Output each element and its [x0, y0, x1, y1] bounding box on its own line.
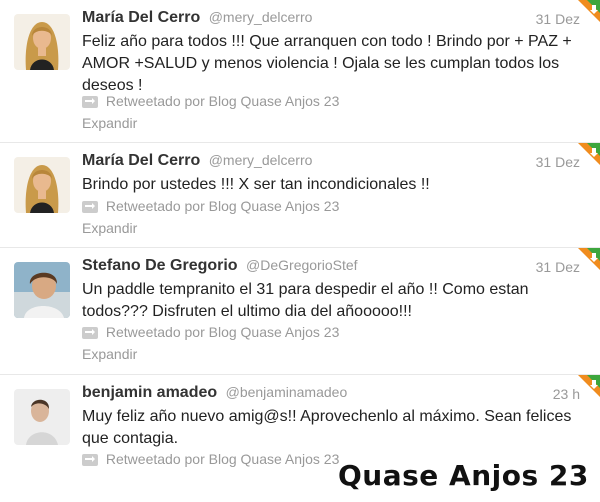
retweet-info: Retweetado por Blog Quase Anjos 23 — [82, 198, 339, 214]
retweet-corner-badge-icon — [578, 143, 600, 165]
retweet-corner-badge-icon — [578, 375, 600, 397]
user-handle[interactable]: @mery_delcerro — [209, 152, 313, 168]
user-handle[interactable]: @mery_delcerro — [209, 9, 313, 25]
tweet[interactable]: Stefano De Gregorio @DeGregorioStef 31 D… — [0, 248, 600, 375]
tweet-text: Un paddle tempranito el 31 para despedir… — [82, 281, 529, 320]
user-name[interactable]: benjamin amadeo — [82, 384, 217, 401]
expand-link[interactable]: Expandir — [82, 220, 137, 236]
expand-link[interactable]: Expandir — [82, 346, 137, 362]
tweet[interactable]: María Del Cerro @mery_delcerro 31 Dez Fe… — [0, 0, 600, 143]
retweet-icon — [82, 327, 98, 339]
avatar[interactable] — [14, 262, 70, 318]
tweet[interactable]: María Del Cerro @mery_delcerro 31 Dez Br… — [0, 143, 600, 248]
man-profile-avatar-icon — [14, 389, 70, 445]
woman-blonde-avatar-icon — [14, 157, 70, 213]
timestamp[interactable]: 31 Dez — [536, 11, 580, 27]
retweet-icon — [82, 96, 98, 108]
tweet-header: benjamin amadeo @benjaminamadeo 23 h — [82, 384, 580, 406]
avatar[interactable] — [14, 157, 70, 213]
tweet-text: Muy feliz año nuevo amig@s!! Aprovechenl… — [82, 408, 572, 447]
user-handle[interactable]: @benjaminamadeo — [226, 384, 348, 400]
user-name[interactable]: María Del Cerro — [82, 152, 200, 169]
timeline: María Del Cerro @mery_delcerro 31 Dez Fe… — [0, 0, 600, 502]
retweet-label: Retweetado por Blog Quase Anjos 23 — [105, 451, 340, 467]
user-name[interactable]: María Del Cerro — [82, 9, 200, 26]
user-handle[interactable]: @DeGregorioStef — [246, 257, 357, 273]
timestamp[interactable]: 23 h — [553, 386, 580, 402]
retweet-info: Retweetado por Blog Quase Anjos 23 — [82, 451, 339, 467]
retweet-icon — [82, 454, 98, 466]
retweet-icon — [82, 201, 98, 213]
retweet-corner-badge-icon — [578, 248, 600, 270]
retweet-corner-badge-icon — [578, 0, 600, 22]
retweet-info: Retweetado por Blog Quase Anjos 23 — [82, 324, 339, 340]
tweet-header: María Del Cerro @mery_delcerro 31 Dez — [82, 152, 580, 174]
tweet-header: Stefano De Gregorio @DeGregorioStef 31 D… — [82, 257, 580, 279]
watermark: Quase Anjos 23 — [338, 459, 589, 492]
timestamp[interactable]: 31 Dez — [536, 259, 580, 275]
woman-blonde-avatar-icon — [14, 14, 70, 70]
man-curly-hair-avatar-icon — [14, 262, 70, 318]
expand-link[interactable]: Expandir — [82, 115, 137, 131]
user-name[interactable]: Stefano De Gregorio — [82, 257, 238, 274]
timestamp[interactable]: 31 Dez — [536, 154, 580, 170]
retweet-label: Retweetado por Blog Quase Anjos 23 — [105, 198, 340, 214]
retweet-label: Retweetado por Blog Quase Anjos 23 — [105, 93, 340, 109]
tweet-text: Feliz año para todos !!! Que arranquen c… — [82, 33, 572, 94]
retweet-info: Retweetado por Blog Quase Anjos 23 — [82, 93, 339, 109]
avatar[interactable] — [14, 14, 70, 70]
tweet-text: Brindo por ustedes !!! X ser tan incondi… — [82, 176, 430, 193]
retweet-label: Retweetado por Blog Quase Anjos 23 — [105, 324, 340, 340]
avatar[interactable] — [14, 389, 70, 445]
tweet-header: María Del Cerro @mery_delcerro 31 Dez — [82, 9, 580, 31]
